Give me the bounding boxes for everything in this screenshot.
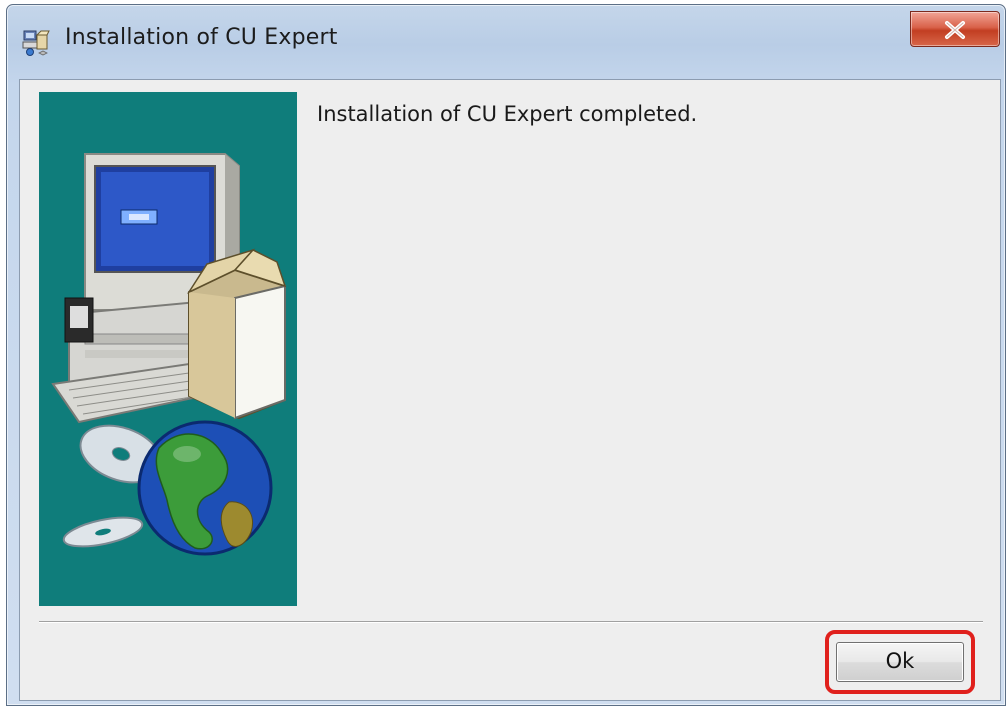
window-title: Installation of CU Expert	[65, 25, 338, 50]
close-icon	[945, 21, 965, 39]
completion-message: Installation of CU Expert completed.	[317, 102, 698, 126]
ok-button-highlight: Ok	[825, 630, 975, 694]
installer-dialog-window: Installation of CU Expert Installation o…	[6, 4, 1006, 706]
dialog-body: Installation of CU Expert completed. Ok	[19, 79, 1001, 701]
ok-button[interactable]: Ok	[836, 642, 964, 682]
computer-illustration	[51, 153, 287, 424]
installer-banner-image	[39, 92, 297, 606]
installer-icon	[21, 27, 51, 57]
close-button[interactable]	[910, 11, 1000, 47]
button-divider	[39, 621, 983, 623]
globe-illustration	[62, 420, 273, 556]
title-bar[interactable]: Installation of CU Expert	[7, 5, 1005, 77]
